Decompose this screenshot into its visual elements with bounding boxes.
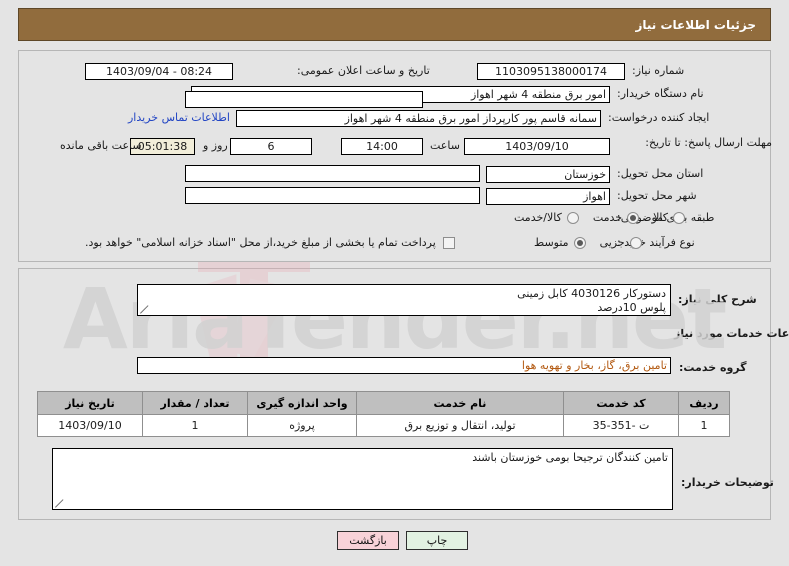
subject-class-radio-group: کالا خدمت کالا/خدمت (500, 211, 685, 224)
hour-label: ساعت (430, 139, 460, 152)
delivery-province-value: خوزستان (486, 166, 610, 183)
process-type-label-0: جزیی (599, 236, 625, 249)
treasury-checkbox-wrap[interactable]: پرداخت تمام یا بخشی از مبلغ خرید،از محل … (85, 236, 455, 249)
th-service-code: کد خدمت (563, 391, 679, 415)
th-service-name: نام خدمت (356, 391, 564, 415)
subject-class-label-0: کالا (653, 211, 668, 224)
time-remaining-label-wrap: ساعت باقی مانده (60, 139, 142, 152)
need-number-label: شماره نیاز: (632, 64, 685, 77)
subject-class-radio-1[interactable] (627, 211, 640, 224)
process-type-option-1[interactable]: متوسط (534, 236, 586, 249)
subject-class-option-2[interactable]: کالا/خدمت (514, 211, 579, 224)
back-button[interactable]: بازگشت (337, 531, 399, 550)
deadline-label: مهلت ارسال پاسخ: تا تاریخ: (645, 136, 772, 149)
subject-class-label-1: خدمت (592, 211, 623, 224)
public-announce-value: 1403/09/04 - 08:24 (85, 63, 233, 80)
th-need-date: تاریخ نیاز (37, 391, 143, 415)
subject-class-radio-2[interactable] (566, 211, 579, 224)
subject-class-radio-0[interactable] (673, 211, 685, 224)
buyer-notes-label-wrap: توضیحات خریدار: (681, 476, 774, 489)
buyer-org-label-wrap: نام دستگاه خریدار: (617, 87, 704, 100)
requester-label-wrap: ایجاد کننده درخواست: (608, 111, 709, 124)
field-need-number-label-wrap: شماره نیاز: (632, 64, 684, 77)
subject-class-label-2: کالا/خدمت (514, 211, 562, 224)
day-and-label-wrap: روز و (203, 139, 228, 152)
process-type-option-0[interactable]: جزیی (600, 236, 642, 249)
buyer-contact-link[interactable]: اطلاعات تماس خریدار (128, 111, 230, 124)
requester-secondary-field (185, 91, 423, 108)
buyer-contact-wrap: اطلاعات تماس خریدار (128, 111, 230, 124)
deadline-label-wrap: مهلت ارسال پاسخ: تا تاریخ: (645, 136, 772, 149)
public-announce-label: تاریخ و ساعت اعلان عمومی: (297, 64, 430, 77)
need-description-text: دستورکار 4030126 کابل زمینی پلوس 10درصد (517, 287, 666, 314)
page-header: جزئیات اطلاعات نیاز (18, 8, 771, 41)
process-type-radio-0[interactable] (629, 236, 642, 249)
subject-class-option-1[interactable]: خدمت (592, 211, 640, 224)
process-type-label-1: متوسط (534, 236, 569, 249)
td-quantity: 1 (142, 414, 248, 437)
subject-class-option-0[interactable]: کالا (653, 211, 685, 224)
day-and-label: روز و (203, 139, 228, 152)
delivery-province-label: استان محل تحویل: (617, 167, 704, 180)
services-table: ردیف کد خدمت نام خدمت واحد اندازه گیری ت… (37, 391, 730, 437)
need-description-label: شرح کلی نیاز: (678, 293, 757, 306)
th-unit: واحد اندازه گیری (247, 391, 357, 415)
td-need-date: 1403/09/10 (37, 414, 143, 437)
days-left-value: 6 (230, 138, 312, 155)
buyer-notes-text: تامین کنندگان ترجیحا بومی خوزستان باشند (472, 451, 668, 464)
td-unit: پروژه (247, 414, 357, 437)
city-extra-field (185, 187, 480, 204)
treasury-checkbox-label: پرداخت تمام یا بخشی از مبلغ خرید،از محل … (85, 236, 436, 249)
requester-value: سمانه قاسم پور کارپرداز امور برق منطقه 4… (236, 110, 601, 127)
table-row: 1ت -351-35 تولید، انتقال و توزیع برق پروژه… (37, 414, 730, 437)
process-type-radio-group: جزیی متوسط (520, 236, 642, 249)
hour-label-wrap: ساعت (430, 139, 460, 152)
deadline-date-value: 1403/09/10 (464, 138, 610, 155)
buyer-notes-value[interactable]: تامین کنندگان ترجیحا بومی خوزستان باشند (52, 448, 673, 510)
city-label-wrap: شهر محل تحویل: (617, 189, 697, 202)
td-index: 1 (678, 414, 730, 437)
province-extra-field (185, 165, 480, 182)
page-title: جزئیات اطلاعات نیاز (635, 17, 756, 32)
td-service-code: ت -351-35 (563, 414, 679, 437)
resize-grip-icon[interactable] (140, 305, 149, 314)
service-group-label: گروه خدمت: (679, 361, 747, 374)
need-number-value: 1103095138000174 (477, 63, 625, 80)
td-service-name: تولید، انتقال و توزیع برق (356, 414, 564, 437)
need-description-value[interactable]: دستورکار 4030126 کابل زمینی پلوس 10درصد (137, 284, 671, 316)
resize-grip-icon-notes[interactable] (55, 499, 64, 508)
need-info-panel (18, 50, 771, 262)
services-heading-wrap: اطلاعات خدمات مورد نیاز (674, 327, 789, 340)
time-remaining-label: ساعت باقی مانده (60, 139, 142, 152)
delivery-city-label: شهر محل تحویل: (617, 189, 697, 202)
table-header-row: ردیف کد خدمت نام خدمت واحد اندازه گیری ت… (37, 391, 730, 415)
th-index: ردیف (678, 391, 730, 415)
service-group-value: تامین برق، گاز، بخار و تهویه هوا (137, 357, 671, 374)
treasury-checkbox[interactable] (442, 236, 455, 249)
th-quantity: تعداد / مقدار (142, 391, 248, 415)
public-announce-label-wrap: تاریخ و ساعت اعلان عمومی: (297, 64, 430, 77)
deadline-time-value: 14:00 (341, 138, 423, 155)
process-type-radio-1[interactable] (573, 236, 586, 249)
service-group-label-wrap: گروه خدمت: (679, 361, 747, 374)
buyer-notes-label: توضیحات خریدار: (681, 476, 774, 489)
buyer-org-label: نام دستگاه خریدار: (617, 87, 704, 100)
need-description-label-wrap: شرح کلی نیاز: (678, 293, 757, 306)
services-heading: اطلاعات خدمات مورد نیاز (674, 327, 789, 340)
print-button[interactable]: چاپ (406, 531, 468, 550)
delivery-city-value: اهواز (486, 188, 610, 205)
province-label-wrap: استان محل تحویل: (617, 167, 703, 180)
requester-label: ایجاد کننده درخواست: (608, 111, 710, 124)
